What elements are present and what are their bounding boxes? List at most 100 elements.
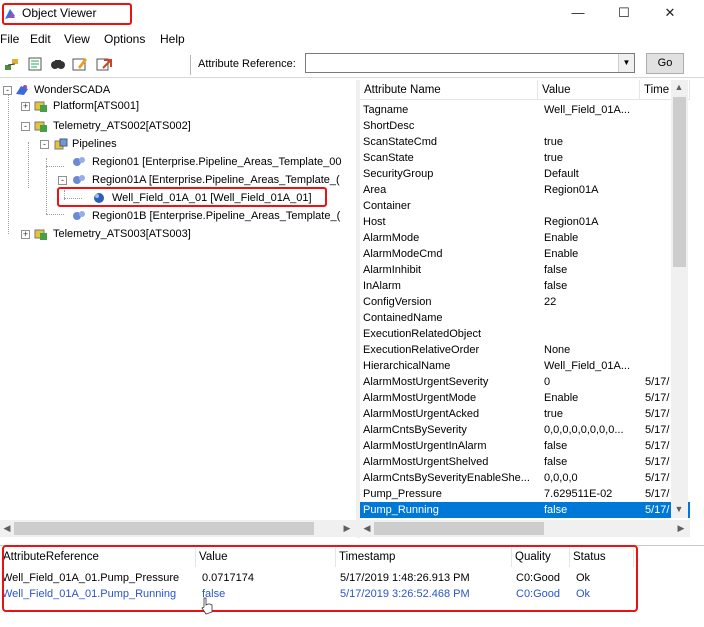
attribute-row[interactable]: ContainedName <box>360 310 690 326</box>
attribute-name-cell: AlarmMostUrgentMode <box>363 392 477 404</box>
chevron-down-icon[interactable]: ▼ <box>618 54 634 72</box>
export-icon[interactable] <box>96 56 112 72</box>
object-icon <box>73 157 85 166</box>
attribute-row[interactable]: AlarmMode Enable <box>360 230 690 246</box>
attribute-value-cell: Enable <box>544 392 579 404</box>
attribute-value-cell: false <box>544 264 568 276</box>
attribute-row[interactable]: ExecutionRelatedObject <box>360 326 690 342</box>
attribute-row[interactable]: AlarmMostUrgentAcked true 5/17/ <box>360 406 690 422</box>
attribute-reference-combo[interactable]: ▼ <box>305 53 635 73</box>
attribute-row[interactable]: AlarmInhibit false <box>360 262 690 278</box>
scroll-left-icon[interactable]: ◀ <box>0 521 14 536</box>
attribute-name-cell: Host <box>363 216 386 228</box>
attribute-row[interactable]: ExecutionRelativeOrder None <box>360 342 690 358</box>
attribute-row[interactable]: AlarmMostUrgentSeverity 0 5/17/ <box>360 374 690 390</box>
attribute-value-cell: 0,0,0,0 <box>544 472 578 484</box>
attribute-row[interactable]: AlarmModeCmd Enable <box>360 246 690 262</box>
platform-icon <box>34 121 47 132</box>
attribute-name-cell: AlarmCntsBySeverity <box>363 424 467 436</box>
attribute-value-cell: Region01A <box>544 216 599 228</box>
attribute-name-cell: Tagname <box>363 104 409 116</box>
scroll-right-icon[interactable]: ▶ <box>674 521 688 536</box>
platform-icon <box>34 101 47 112</box>
tree-collapse-toggle[interactable]: - <box>58 176 67 185</box>
attribute-value-cell: None <box>544 344 571 356</box>
tree-node-label: Region01B [Enterprise.Pipeline_Areas_Tem… <box>92 210 341 222</box>
attribute-row[interactable]: Tagname Well_Field_01A... <box>360 102 690 118</box>
scroll-left-icon[interactable]: ◀ <box>360 521 374 536</box>
tree-horizontal-scrollbar[interactable]: ◀ ▶ <box>0 520 356 537</box>
tree-expand-toggle[interactable]: + <box>21 230 30 239</box>
scrollbar-thumb[interactable] <box>374 522 544 535</box>
attribute-name-cell: Container <box>363 200 411 212</box>
close-button[interactable]: ✕ <box>650 2 690 26</box>
column-header-value[interactable]: Value <box>538 80 640 100</box>
go-button[interactable]: Go <box>646 53 684 74</box>
menu-bar: File Edit View Options Help <box>0 29 704 48</box>
attribute-row[interactable]: Pump_Pressure 7.629511E-02 5/17/ <box>360 486 690 502</box>
attribute-value-cell: true <box>544 136 563 148</box>
attribute-name-cell: AlarmMode <box>363 232 420 244</box>
column-header-attribute-name[interactable]: Attribute Name <box>360 80 538 100</box>
mouse-cursor-icon <box>201 597 213 615</box>
menu-edit[interactable]: Edit <box>30 32 51 46</box>
tree-collapse-toggle[interactable]: - <box>3 86 12 95</box>
attribute-grid-vertical-scrollbar[interactable]: ▲ ▼ <box>671 80 688 518</box>
tree-node-label: Pipelines <box>72 138 117 150</box>
tree-collapse-toggle[interactable]: - <box>40 140 49 149</box>
attribute-name-cell: AlarmMostUrgentSeverity <box>363 376 489 388</box>
attribute-row[interactable]: Host Region01A <box>360 214 690 230</box>
attribute-row[interactable]: SecurityGroup Default <box>360 166 690 182</box>
tree-connector <box>46 214 64 215</box>
maximize-button[interactable]: ☐ <box>604 2 644 26</box>
attribute-value-cell: false <box>544 456 568 468</box>
attribute-row[interactable]: AlarmCntsBySeverity 0,0,0,0,0,0,0,0... 5/1… <box>360 422 690 438</box>
attribute-row[interactable]: ShortDesc <box>360 118 690 134</box>
attribute-grid-horizontal-scrollbar[interactable]: ◀ ▶ <box>360 520 690 537</box>
attribute-value-cell: 0,0,0,0,0,0,0,0... <box>544 424 624 436</box>
attribute-row[interactable]: InAlarm false <box>360 278 690 294</box>
scroll-up-icon[interactable]: ▲ <box>672 80 686 95</box>
annotation-box-selected-node <box>57 187 327 207</box>
attribute-row[interactable]: Area Region01A <box>360 182 690 198</box>
scrollbar-thumb[interactable] <box>673 97 686 267</box>
attribute-name-cell: ExecutionRelativeOrder <box>363 344 480 356</box>
tree-node-label: WonderSCADA <box>34 84 111 96</box>
attribute-row[interactable]: AlarmMostUrgentMode Enable 5/17/ <box>360 390 690 406</box>
attribute-name-cell: ScanState <box>363 152 414 164</box>
attribute-row[interactable]: HierarchicalName Well_Field_01A... <box>360 358 690 374</box>
attribute-value-cell: 22 <box>544 296 557 308</box>
scrollbar-thumb[interactable] <box>14 522 314 535</box>
menu-help[interactable]: Help <box>160 32 185 46</box>
attribute-name-cell: Pump_Running <box>363 504 439 516</box>
menu-file[interactable]: File <box>0 32 19 46</box>
edit-icon[interactable] <box>72 56 88 72</box>
attribute-value-cell: true <box>544 408 563 420</box>
attribute-row[interactable]: ScanStateCmd true <box>360 134 690 150</box>
menu-options[interactable]: Options <box>104 32 145 46</box>
tree-connector <box>8 94 9 234</box>
find-icon[interactable] <box>50 56 66 72</box>
attribute-row[interactable]: AlarmMostUrgentInAlarm false 5/17/ <box>360 438 690 454</box>
attribute-value-cell: Enable <box>544 248 579 260</box>
connect-icon[interactable] <box>4 56 20 72</box>
menu-view[interactable]: View <box>64 32 90 46</box>
attribute-row[interactable]: ConfigVersion 22 <box>360 294 690 310</box>
attribute-name-cell: AlarmMostUrgentInAlarm <box>363 440 487 452</box>
scroll-right-icon[interactable]: ▶ <box>340 521 354 536</box>
attribute-row[interactable]: ScanState true <box>360 150 690 166</box>
attribute-row[interactable]: Container <box>360 198 690 214</box>
minimize-button[interactable]: — <box>558 2 598 26</box>
attribute-name-cell: AlarmModeCmd <box>363 248 443 260</box>
tree-node-label: Telemetry_ATS003[ATS003] <box>53 228 191 240</box>
object-icon <box>73 211 85 220</box>
tree-collapse-toggle[interactable]: - <box>21 122 30 131</box>
attribute-row[interactable]: AlarmCntsBySeverityEnableShe... 0,0,0,0 5/… <box>360 470 690 486</box>
attribute-value-cell: Well_Field_01A... <box>544 104 631 116</box>
attribute-row[interactable]: AlarmMostUrgentShelved false 5/17/ <box>360 454 690 470</box>
attribute-name-cell: Area <box>363 184 387 196</box>
scroll-down-icon[interactable]: ▼ <box>672 502 686 517</box>
tree-expand-toggle[interactable]: + <box>21 102 30 111</box>
attribute-row[interactable]: Pump_Running false 5/17/ <box>360 502 690 518</box>
filter-icon[interactable] <box>27 56 43 72</box>
